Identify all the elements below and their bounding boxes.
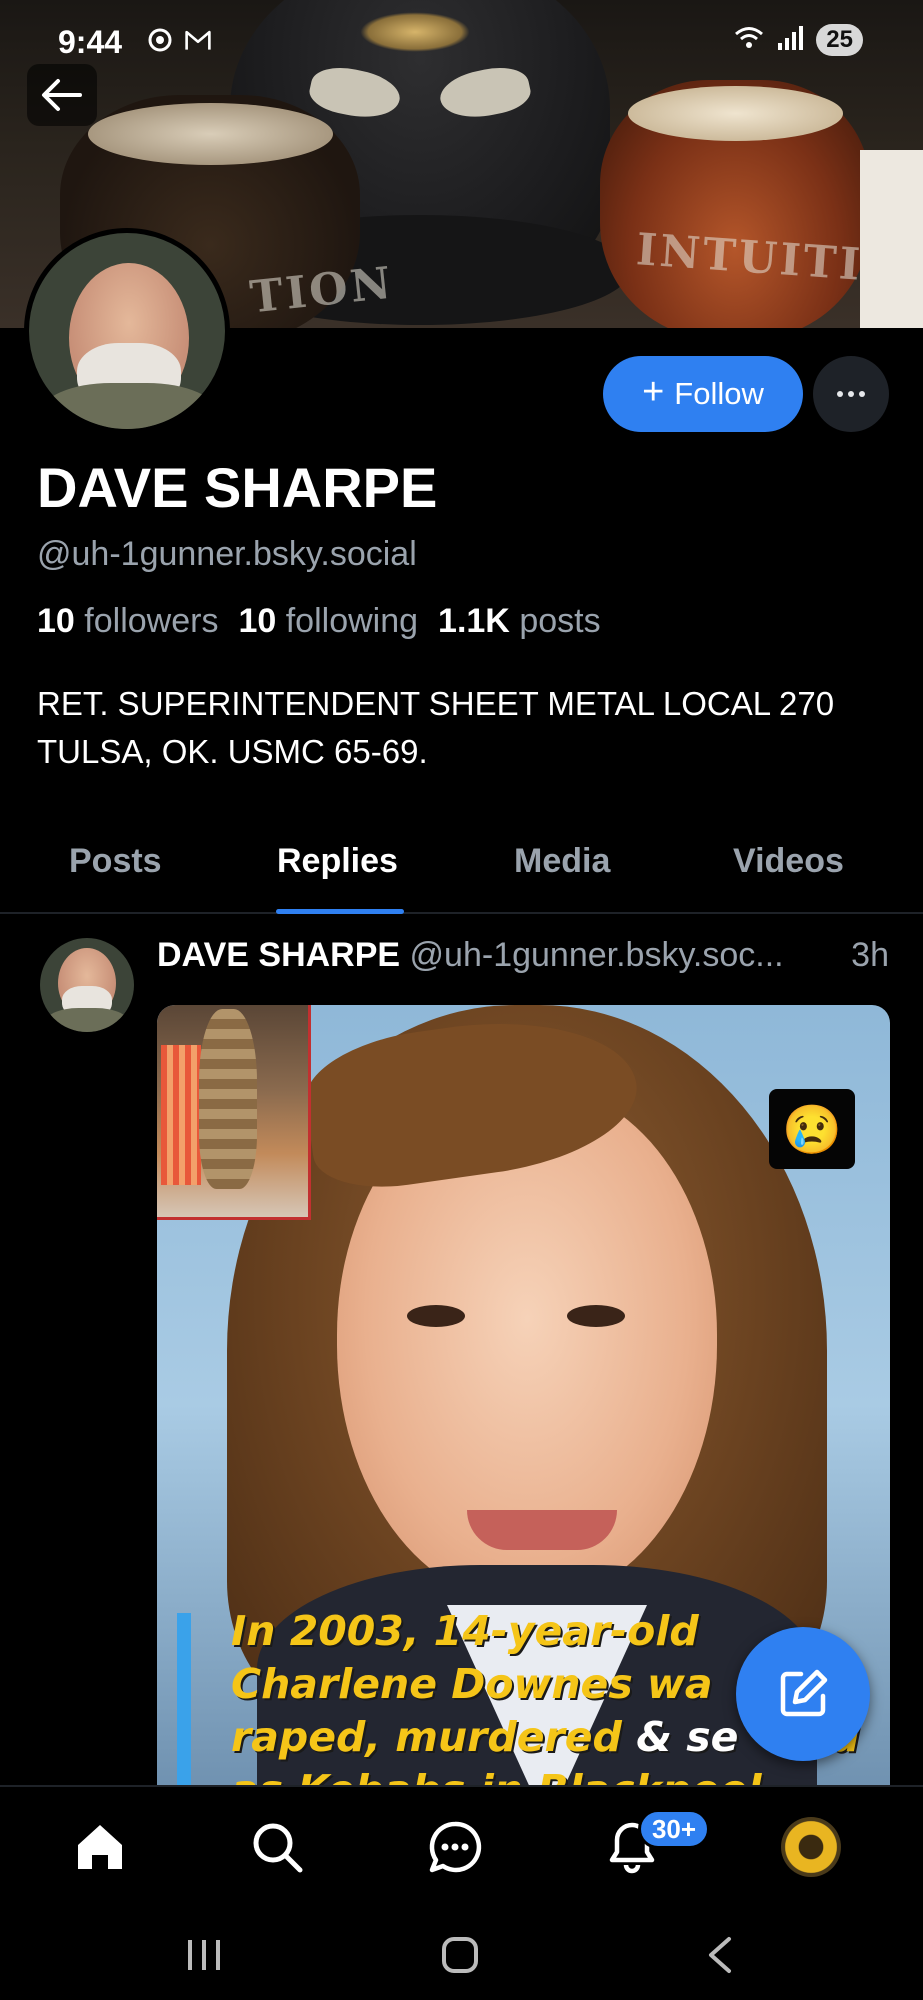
status-time: 9:44 [58,24,123,60]
inset-grill [161,1045,201,1185]
plus-icon: + [642,371,665,413]
system-navigation-bar [0,1910,923,2000]
search-icon[interactable] [245,1815,309,1879]
profile-handle: @uh-1gunner.bsky.social [37,535,417,573]
image-mouth [467,1510,617,1550]
notifications-badge: 30+ [638,1809,710,1849]
display-name: DAVE SHARPE [37,456,438,519]
followers-stat[interactable]: 10 followers [37,602,218,641]
followers-count: 10 [37,602,75,640]
tab-media[interactable]: Media [514,842,610,881]
profile-bio: RET. SUPERINTENDENT SHEET METAL LOCAL 27… [37,685,835,770]
posts-count: 1.1K [438,602,510,640]
more-dot [837,391,843,397]
battery-indicator: 25 [816,24,863,56]
recent-apps-button[interactable] [184,1932,224,1978]
status-left-icons [146,26,212,54]
more-dot [859,391,865,397]
crying-emoji-icon: 😢 [769,1089,855,1169]
post-header: DAVE SHARPE @uh-1gunner.bsky.soc... [157,936,897,975]
system-back-button[interactable] [705,1932,735,1978]
banner-glass-foam [88,103,333,165]
banner-glass-right: INTUITION [600,80,923,328]
caption-accent-bar [177,1613,191,1805]
post-author-handle[interactable]: @uh-1gunner.bsky.soc... [410,936,784,974]
status-right: 25 [734,24,863,56]
caption-fragment: raped, murdered [231,1713,622,1761]
avatar-shirt [39,383,219,429]
post-timestamp: 3h [847,936,889,975]
profile-tabs: Posts Replies Media Videos [0,830,923,914]
post-author-name[interactable]: DAVE SHARPE [157,936,400,974]
following-label: following [285,602,419,640]
inset-meat [199,1009,257,1189]
tab-videos[interactable]: Videos [733,842,844,881]
status-bar: 9:44 25 [0,0,923,92]
bottom-navigation: 30+ [0,1785,923,1910]
profile-stats: 10 followers 10 following 1.1K posts [37,602,601,641]
compose-button[interactable] [736,1627,870,1761]
home-icon[interactable] [68,1815,132,1879]
home-button[interactable] [440,1932,480,1978]
follow-button[interactable]: + Follow [603,356,803,432]
post-author-avatar[interactable] [40,938,134,1032]
image-eye-right [567,1305,625,1327]
follow-label: Follow [674,376,764,411]
chat-icon[interactable] [423,1815,487,1879]
more-dot [848,391,854,397]
sunflower-avatar [781,1817,841,1877]
compose-icon [780,1669,828,1717]
posts-label: posts [519,602,601,640]
banner-glass-foam [628,86,843,141]
banner-plate [860,150,923,328]
caption-fragment: & se [636,1713,739,1761]
following-stat[interactable]: 10 following [238,602,418,641]
following-count: 10 [238,602,277,640]
arrow-left-icon [42,79,82,111]
image-eye-left [407,1305,465,1327]
tab-replies[interactable]: Replies [277,842,398,881]
followers-label: followers [84,602,219,640]
avatar-shirt [44,1008,130,1032]
more-options-button[interactable] [813,356,889,432]
gmail-icon [184,26,212,54]
profile-avatar[interactable] [24,228,230,434]
signal-icon [776,25,804,56]
tab-posts[interactable]: Posts [69,842,162,881]
profile-nav-item[interactable] [779,1815,843,1879]
back-button[interactable] [27,64,97,126]
posts-stat: 1.1K posts [438,602,601,641]
sync-icon [146,26,174,54]
image-inset-kebab [157,1005,311,1220]
active-tab-indicator [276,909,404,914]
wifi-icon [734,25,764,56]
